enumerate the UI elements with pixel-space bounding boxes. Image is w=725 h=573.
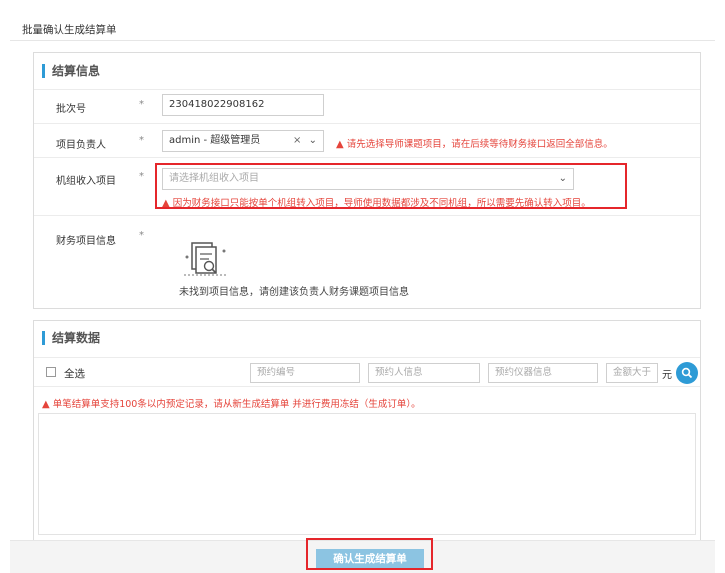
required-mark: *	[139, 99, 144, 110]
amount-unit: 元	[662, 370, 672, 381]
booking-no-input[interactable]: 预约编号	[250, 363, 360, 383]
settlement-data-panel: 结算数据 全选 预约编号 预约人信息 预约仪器信息 金额大于 元 ▲ 单笔结算单支…	[33, 320, 701, 542]
finance-project-label: 财务项目信息	[56, 236, 116, 247]
section-accent-bar	[42, 330, 45, 345]
highlight-box-org-income	[155, 163, 627, 209]
clear-icon[interactable]: ×	[293, 135, 301, 146]
org-income-label: 机组收入项目	[56, 176, 116, 187]
batch-no-row: 批次号 * 230418022908162	[34, 89, 700, 123]
required-mark: *	[139, 230, 144, 241]
instrument-input[interactable]: 预约仪器信息	[488, 363, 598, 383]
required-mark: *	[139, 171, 144, 182]
batch-no-label: 批次号	[56, 104, 86, 115]
settlement-data-header: 结算数据	[42, 329, 100, 346]
chevron-down-icon[interactable]: ⌄	[309, 135, 317, 146]
limit-warning-text: 单笔结算单支持100条以内预定记录，请从新生成结算单 并进行费用冻结（生成订单）…	[52, 399, 421, 410]
project-lead-value: admin - 超级管理员	[169, 135, 261, 146]
settlement-data-title: 结算数据	[52, 331, 101, 345]
limit-warning: ▲ 单笔结算单支持100条以内预定记录，请从新生成结算单 并进行费用冻结（生成订单…	[42, 396, 421, 410]
project-lead-select[interactable]: admin - 超级管理员 × ⌄	[162, 130, 324, 152]
search-button[interactable]	[676, 362, 698, 384]
warning-triangle-icon: ▲	[336, 139, 344, 150]
project-lead-label: 项目负责人	[56, 140, 106, 151]
finance-empty-text: 未找到项目信息，请创建该负责人财务课题项目信息	[179, 287, 409, 298]
project-lead-warning-text: 请先选择导师课题项目，请在后续等待财务接口返回全部信息。	[346, 139, 613, 150]
title-divider	[10, 40, 715, 41]
amount-min-input[interactable]: 金额大于	[606, 363, 658, 383]
highlight-box-confirm	[306, 538, 433, 570]
warning-triangle-icon: ▲	[42, 399, 50, 410]
window-title: 批量确认生成结算单	[22, 24, 117, 36]
settlement-info-header: 结算信息	[42, 62, 100, 79]
batch-no-field[interactable]: 230418022908162	[162, 94, 324, 116]
settlement-info-title: 结算信息	[52, 64, 101, 78]
required-mark: *	[139, 135, 144, 146]
empty-document-icon	[184, 242, 226, 276]
records-list[interactable]	[38, 413, 696, 535]
project-lead-warning: ▲ 请先选择导师课题项目，请在后续等待财务接口返回全部信息。	[336, 136, 613, 150]
section-accent-bar	[42, 63, 45, 78]
booker-input[interactable]: 预约人信息	[368, 363, 480, 383]
project-lead-row: 项目负责人 * admin - 超级管理员 × ⌄ ▲ 请先选择导师课题项目，请在…	[34, 123, 700, 157]
search-icon	[681, 367, 693, 379]
select-all-label[interactable]: 全选	[64, 366, 85, 381]
filter-bar: 全选 预约编号 预约人信息 预约仪器信息 金额大于 元	[34, 357, 700, 387]
select-all-checkbox[interactable]	[46, 367, 56, 377]
